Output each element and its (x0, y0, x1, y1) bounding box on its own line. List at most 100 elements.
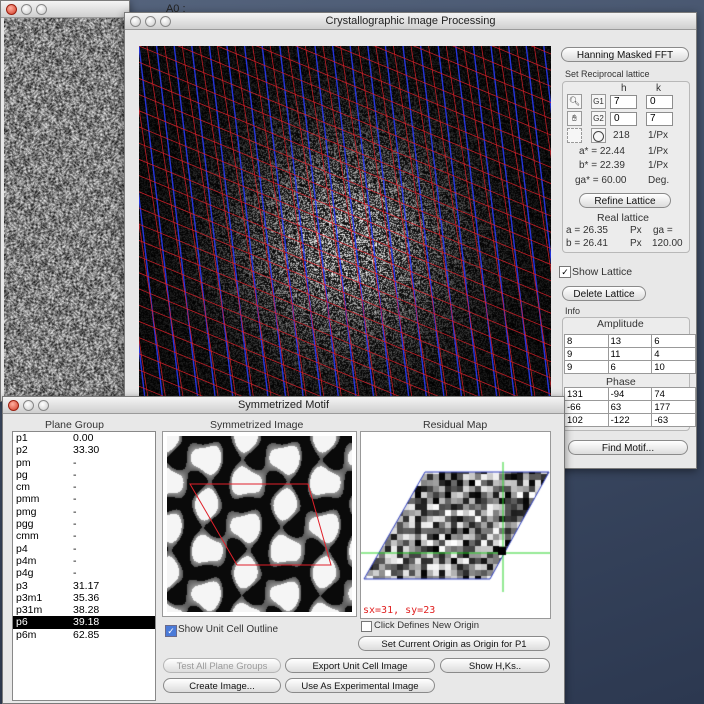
fft-panel[interactable] (139, 46, 551, 406)
plane-group-item[interactable]: p2 33.30 (13, 444, 155, 456)
plane-group-value: 33.30 (73, 444, 100, 457)
plane-group-value: - (73, 554, 77, 567)
plane-group-title: Plane Group (45, 419, 104, 431)
g2-k-field[interactable]: 7 (646, 112, 673, 126)
amplitude-row: 9 6 10 (564, 360, 696, 374)
phase-cell: 102 (564, 413, 609, 427)
export-unit-cell-button[interactable]: Export Unit Cell Image (285, 658, 435, 673)
zoom-icon[interactable]: 🔍︎ (567, 94, 582, 109)
motif-window[interactable]: Symmetrized Motif Plane Group p1 0.00 p2 33… (2, 396, 565, 704)
phase-cell: -94 (607, 387, 653, 401)
real-lattice-title: Real lattice (597, 212, 649, 224)
lattice-line-red (139, 175, 551, 346)
click-origin-label: Click Defines New Origin (374, 620, 480, 631)
plane-group-item[interactable]: pmg - (13, 506, 155, 518)
b-star: b* = 22.39 (579, 160, 625, 171)
zoom-window-icon[interactable] (36, 4, 47, 15)
plane-group-item[interactable]: p4g - (13, 567, 155, 579)
test-all-button[interactable]: Test All Plane Groups (163, 658, 281, 673)
micrograph-image[interactable] (4, 18, 126, 400)
minimize-icon[interactable] (21, 4, 32, 15)
plane-group-item[interactable]: p31m 38.28 (13, 604, 155, 616)
plane-group-item[interactable]: pm - (13, 457, 155, 469)
plane-group-item[interactable]: pmm - (13, 493, 155, 505)
g2-label: G2 (591, 111, 606, 126)
cip-titlebar[interactable]: Crystallographic Image Processing (125, 13, 696, 30)
info-title: Info (565, 306, 581, 316)
plane-group-item[interactable]: p6m 62.85 (13, 629, 155, 641)
amplitude-cell: 10 (651, 360, 696, 374)
g1-k-field[interactable]: 0 (646, 95, 673, 109)
delete-lattice-button[interactable]: Delete Lattice (562, 286, 646, 301)
unit-cell-outline (189, 483, 332, 566)
plane-group-item[interactable]: p3m1 35.36 (13, 592, 155, 604)
plane-group-name: cmm (16, 530, 39, 543)
plane-group-item[interactable]: cmm - (13, 530, 155, 542)
lattice-line-red (139, 223, 551, 395)
close-icon[interactable] (130, 16, 141, 27)
plane-group-list[interactable]: p1 0.00 p2 33.30 pm - pg - cm - pmm - pmg - pgg - cmm - p4… (12, 431, 156, 701)
amplitude-cell: 4 (651, 347, 696, 361)
g1-h-field[interactable]: 7 (610, 95, 637, 109)
amplitude-table: 8 13 6 9 11 4 9 6 10 (564, 334, 696, 374)
zoom-window-icon[interactable] (38, 400, 49, 411)
phase-row: 102 -122 -63 (564, 413, 696, 427)
plane-group-name: p2 (16, 444, 28, 457)
a0-window[interactable]: A0 : 437Half.tif (0, 0, 201, 402)
plane-group-name: p3 (16, 579, 28, 592)
motif-title: Symmetrized Motif (237, 399, 330, 411)
select-rect-icon[interactable] (567, 128, 582, 143)
plane-group-item[interactable]: p4 - (13, 543, 155, 555)
amplitude-row: 8 13 6 (564, 334, 696, 348)
plane-group-item[interactable]: pgg - (13, 518, 155, 530)
plane-group-item[interactable]: pg - (13, 469, 155, 481)
set-origin-button[interactable]: Set Current Origin as Origin for P1 (358, 636, 550, 651)
plane-group-item[interactable]: p6 39.18 (13, 616, 155, 629)
residual-map[interactable] (361, 432, 550, 618)
plane-group-item[interactable]: p3 31.17 (13, 580, 155, 592)
col-h-label: h (621, 83, 627, 94)
show-lattice-label: Show Lattice (572, 266, 633, 278)
real-a-unit: Px (630, 225, 642, 236)
show-outline-checkbox[interactable]: ✓ (165, 625, 177, 637)
a-star: a* = 22.44 (579, 146, 625, 157)
phase-row: 131 -94 74 (564, 387, 696, 401)
refine-lattice-button[interactable]: Refine Lattice (579, 193, 671, 208)
close-icon[interactable] (8, 400, 19, 411)
plane-group-name: p6m (16, 628, 37, 641)
plane-group-item[interactable]: p4m - (13, 555, 155, 567)
create-image-button[interactable]: Create Image... (163, 678, 281, 693)
minimize-icon[interactable] (145, 16, 156, 27)
motif-titlebar[interactable]: Symmetrized Motif (3, 397, 564, 414)
lattice-overlay (139, 46, 551, 406)
zoom-window-icon[interactable] (160, 16, 171, 27)
a0-titlebar[interactable]: A0 : 437Half.tif (1, 1, 201, 31)
show-lattice-checkbox[interactable]: ✓ (559, 266, 571, 278)
amplitude-title: Amplitude (597, 318, 644, 330)
amplitude-cell: 11 (607, 347, 653, 361)
find-motif-button[interactable]: Find Motif... (568, 440, 688, 455)
phase-cell: 131 (564, 387, 609, 401)
reciprocal-title: Set Reciprocal lattice (565, 69, 650, 79)
minimize-icon[interactable] (23, 400, 34, 411)
phase-cell: -66 (564, 400, 609, 414)
g2-h-field[interactable]: 0 (610, 112, 637, 126)
hanning-fft-button[interactable]: Hanning Masked FFT (561, 47, 689, 62)
plane-group-item[interactable]: p1 0.00 (13, 432, 155, 444)
radius-unit: 1/Px (648, 130, 669, 141)
close-icon[interactable] (6, 4, 17, 15)
show-hks-button[interactable]: Show H,Ks.. (440, 658, 550, 673)
plane-group-value: - (73, 518, 77, 531)
circle-icon[interactable] (591, 128, 606, 143)
click-origin-checkbox[interactable] (361, 621, 372, 632)
plane-group-name: pmm (16, 493, 40, 506)
use-experimental-button[interactable]: Use As Experimental Image (285, 678, 435, 693)
plane-group-item[interactable]: cm - (13, 481, 155, 493)
hand-icon[interactable]: ✋︎ (567, 111, 582, 126)
phase-cell: 177 (651, 400, 696, 414)
b-star-unit: 1/Px (648, 160, 669, 171)
plane-group-name: p4g (16, 567, 34, 580)
phase-cell: -63 (651, 413, 696, 427)
residual-panel: sx=31, sy=23 (360, 431, 551, 619)
real-ga-value: 120.00 (652, 238, 683, 249)
